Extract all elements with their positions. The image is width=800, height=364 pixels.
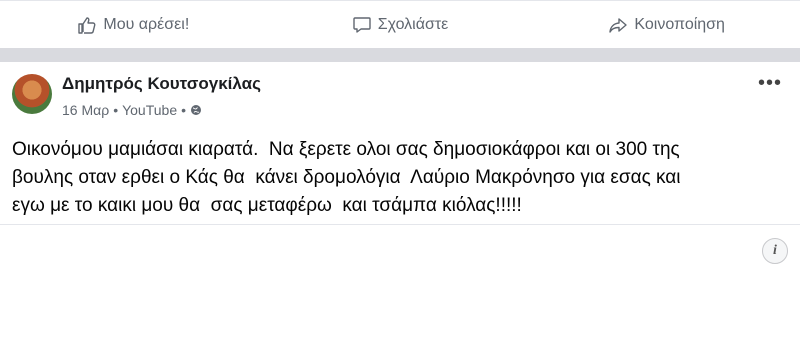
share-label: Κοινοποίηση [634, 16, 725, 33]
post-action-bar: Μου αρέσει! Σχολιάστε Κοινοποίηση [0, 0, 800, 49]
like-button[interactable]: Μου αρέσει! [0, 15, 267, 35]
feed-separator [0, 48, 800, 62]
like-icon [78, 17, 96, 34]
more-options-icon[interactable]: ••• [758, 72, 782, 95]
post-date[interactable]: 16 Μαρ [62, 102, 109, 118]
comment-icon [353, 17, 371, 33]
comment-label: Σχολιάστε [377, 16, 449, 33]
post-source[interactable]: YouTube [122, 102, 177, 118]
post-divider [0, 224, 800, 225]
post-text: Οικονόμου μαμιάσαι κιαρατά. Να ξερετε ολ… [12, 139, 681, 216]
post-header: Δημητρός Κουτσογκίλας 16 Μαρ • YouTube •… [0, 62, 800, 122]
info-icon[interactable]: i [762, 238, 788, 264]
post-meta: 16 Μαρ • YouTube • [62, 102, 202, 118]
globe-icon [191, 105, 202, 115]
avatar[interactable] [12, 74, 52, 114]
share-icon [609, 18, 628, 33]
meta-dot: • [181, 102, 187, 118]
comment-button[interactable]: Σχολιάστε [267, 15, 534, 35]
share-button[interactable]: Κοινοποίηση [533, 15, 800, 35]
author-name[interactable]: Δημητρός Κουτσογκίλας [62, 74, 261, 94]
meta-dot: • [113, 102, 119, 118]
like-label: Μου αρέσει! [103, 16, 190, 33]
